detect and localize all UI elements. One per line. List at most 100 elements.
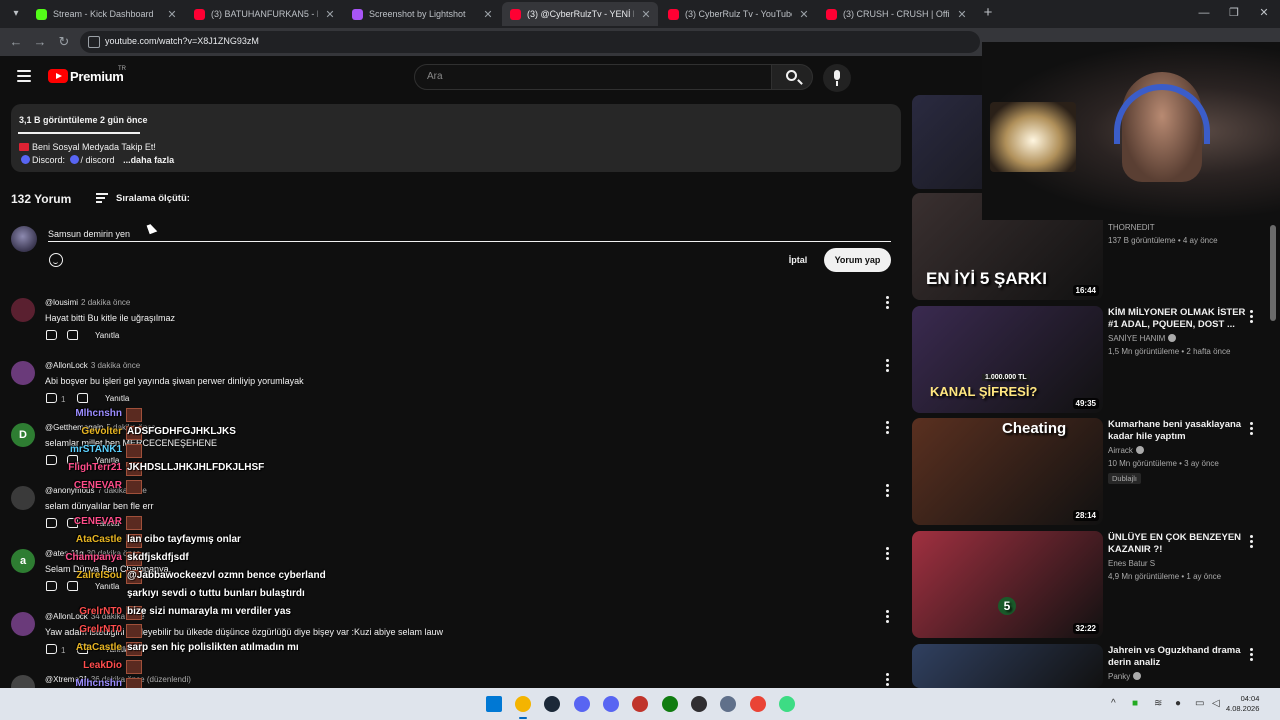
more-actions-icon[interactable] — [886, 421, 890, 435]
chrome-icon[interactable] — [515, 696, 531, 712]
related-video[interactable]: Jahrein vs Oguzkhand drama derin analiz P… — [912, 644, 1272, 688]
nvidia-icon[interactable]: ■ — [1132, 698, 1138, 709]
more-actions-icon[interactable] — [886, 673, 890, 687]
video-thumbnail[interactable]: KANAL ŞİFRESİ? 1.000.000 TL 49:35 — [912, 306, 1103, 413]
dislike-icon[interactable] — [77, 393, 88, 403]
sort-button[interactable]: Sıralama ölçütü: — [116, 193, 190, 204]
system-clock[interactable]: 04:04 4.08.2026 — [1226, 694, 1259, 714]
dislike-icon[interactable] — [67, 330, 78, 340]
reply-button[interactable]: Yanıtla — [95, 331, 119, 340]
discord-2-icon[interactable] — [603, 696, 619, 712]
related-video[interactable]: 5 32:22 ÜNLÜYE EN ÇOK BENZEYEN KAZANIR ?! E… — [912, 531, 1272, 638]
reply-button[interactable]: Yanıtla — [105, 394, 129, 403]
discord-link[interactable]: / discord — [81, 155, 115, 165]
like-icon[interactable] — [46, 393, 57, 403]
browser-tab[interactable]: (3) CRUSH - CRUSH | Official M ✕ — [818, 2, 974, 26]
new-tab-icon[interactable]: + — [980, 5, 996, 21]
more-actions-icon[interactable] — [886, 610, 890, 624]
url-text[interactable]: youtube.com/watch?v=X8J1ZNG93zM — [105, 36, 259, 46]
android-icon[interactable] — [779, 696, 795, 712]
avatar[interactable] — [11, 298, 35, 322]
xbox-icon[interactable] — [662, 696, 678, 712]
obs-icon[interactable] — [691, 696, 707, 712]
tab-close-icon[interactable]: ✕ — [798, 8, 810, 21]
cancel-button[interactable]: İptal — [780, 250, 816, 270]
browser-tab-active[interactable]: (3) @CyberRulzTv - YENİ ERKEK ✕ — [502, 2, 658, 26]
video-title[interactable]: KİM MİLYONER OLMAK İSTER #1 ADAL, PQUEEN… — [1108, 307, 1248, 331]
voice-search-icon[interactable] — [823, 64, 851, 92]
network-icon[interactable]: ▭ — [1195, 698, 1204, 709]
forward-arrow-icon[interactable]: → — [32, 34, 48, 50]
browser-tab[interactable]: Stream - Kick Dashboard ✕ — [28, 2, 184, 26]
comment-time[interactable]: 3 dakika önce — [91, 361, 140, 370]
discord-icon[interactable] — [574, 696, 590, 712]
more-actions-icon[interactable] — [886, 296, 890, 310]
close-window-icon[interactable]: ✕ — [1256, 6, 1272, 20]
wifi-icon[interactable]: ≋ — [1154, 698, 1162, 709]
channel-name[interactable]: Airrack — [1108, 446, 1144, 455]
mic-icon[interactable]: ● — [1175, 698, 1181, 709]
youtube-brand[interactable]: Premium — [70, 69, 124, 84]
tab-close-icon[interactable]: ✕ — [956, 8, 968, 21]
video-thumbnail[interactable]: 5 32:22 — [912, 531, 1103, 638]
steam-icon[interactable] — [544, 696, 560, 712]
back-arrow-icon[interactable]: ← — [8, 34, 24, 50]
site-info-icon[interactable] — [88, 36, 100, 48]
tab-close-icon[interactable]: ✕ — [166, 8, 178, 21]
search-button[interactable] — [771, 64, 813, 90]
chat-text: @Jabbawockeezvl ozmn bence cyberland — [127, 570, 326, 581]
browser-tab[interactable]: (3) BATUHANFURKAN5 - RELAX ✕ — [186, 2, 342, 26]
video-title[interactable]: Jahrein vs Oguzkhand drama derin analiz — [1108, 645, 1248, 669]
emoji-icon[interactable] — [49, 253, 63, 267]
tray-chevron-icon[interactable]: ^ — [1111, 698, 1116, 709]
browser-tab[interactable]: Screenshot by Lightshot ✕ — [344, 2, 500, 26]
related-video[interactable]: KANAL ŞİFRESİ? 1.000.000 TL 49:35 KİM MİLYO… — [912, 306, 1272, 413]
comment-author[interactable]: @AllonLock — [45, 361, 88, 370]
tab-close-icon[interactable]: ✕ — [482, 8, 494, 21]
valorant-icon[interactable] — [632, 696, 648, 712]
maximize-icon[interactable]: ❐ — [1226, 6, 1242, 20]
tab-close-icon[interactable]: ✕ — [324, 8, 336, 21]
menu-icon[interactable] — [17, 70, 31, 82]
more-actions-icon[interactable] — [886, 359, 890, 373]
tab-search-icon[interactable]: ▾ — [6, 5, 26, 23]
volume-icon[interactable]: ◁ — [1212, 698, 1220, 709]
more-actions-icon[interactable] — [886, 547, 890, 561]
more-actions-icon[interactable] — [1250, 310, 1254, 324]
channel-name[interactable]: SANİYE HANIM — [1108, 334, 1177, 343]
tab-close-icon[interactable]: ✕ — [640, 8, 652, 21]
settings-icon[interactable] — [720, 696, 736, 712]
like-icon[interactable] — [46, 330, 57, 340]
more-actions-icon[interactable] — [886, 484, 890, 498]
video-thumbnail[interactable] — [912, 644, 1103, 688]
kick-favicon-icon — [36, 8, 47, 20]
avatar[interactable] — [11, 361, 35, 385]
post-comment-button[interactable]: Yorum yap — [824, 248, 891, 272]
search-input[interactable]: Ara — [414, 64, 772, 90]
more-actions-icon[interactable] — [1250, 422, 1254, 436]
related-video[interactable]: Cheating 28:14 Kumarhane beni yasaklayana … — [912, 418, 1272, 525]
comment-time[interactable]: 2 dakika önce — [81, 298, 130, 307]
windows-start-icon[interactable] — [486, 696, 502, 712]
minimize-icon[interactable]: — — [1196, 6, 1212, 20]
reload-icon[interactable]: ↻ — [56, 34, 72, 50]
show-more-link[interactable]: ...daha fazla — [123, 155, 174, 165]
youtube-logo-icon[interactable] — [48, 69, 68, 83]
comment-author[interactable]: @lousimi — [45, 298, 78, 307]
address-bar[interactable]: youtube.com/watch?v=X8J1ZNG93zM — [80, 31, 980, 53]
video-title[interactable]: ÜNLÜYE EN ÇOK BENZEYEN KAZANIR ?! — [1108, 532, 1248, 556]
comment-input[interactable] — [48, 226, 890, 242]
video-thumbnail[interactable]: Cheating 28:14 — [912, 418, 1103, 525]
channel-name[interactable]: Enes Batur S — [1108, 559, 1155, 568]
more-actions-icon[interactable] — [1250, 535, 1254, 549]
sort-icon[interactable] — [96, 193, 108, 203]
avatar[interactable] — [11, 226, 37, 252]
browser-tab[interactable]: (3) CyberRulz Tv - YouTube ✕ — [660, 2, 816, 26]
more-actions-icon[interactable] — [1250, 648, 1254, 662]
chrome-2-icon[interactable] — [750, 696, 766, 712]
scrollbar[interactable] — [1270, 225, 1276, 321]
video-description[interactable]: 3,1 B görüntüleme 2 gün önce Beni Sosyal… — [11, 104, 901, 172]
channel-name[interactable]: THORNEDIT — [1108, 223, 1155, 232]
video-title[interactable]: Kumarhane beni yasaklayana kadar hile ya… — [1108, 419, 1248, 443]
channel-name[interactable]: Panky — [1108, 672, 1142, 681]
